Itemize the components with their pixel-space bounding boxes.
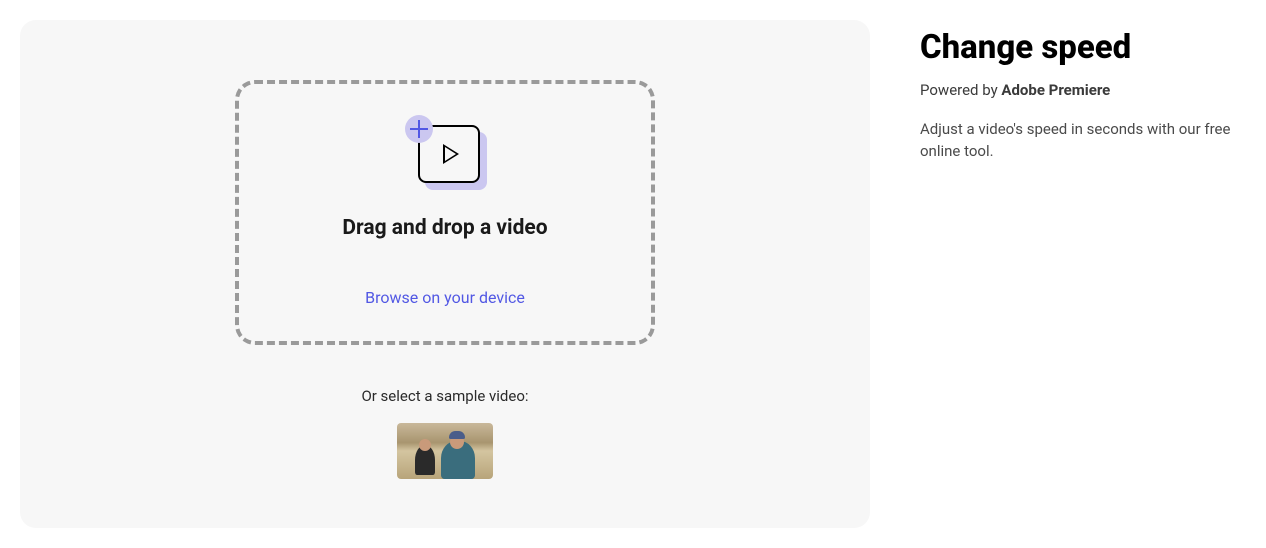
upload-video-icon <box>405 118 485 188</box>
info-panel: Change speed Powered by Adobe Premiere A… <box>920 20 1236 528</box>
plus-icon <box>405 115 433 143</box>
powered-by-brand: Adobe Premiere <box>1001 81 1110 99</box>
upload-panel: Drag and drop a video Browse on your dev… <box>20 20 870 528</box>
browse-device-link[interactable]: Browse on your device <box>365 288 525 307</box>
powered-by-prefix: Powered by <box>920 81 1001 99</box>
tool-description: Adjust a video's speed in seconds with o… <box>920 119 1236 163</box>
page-title: Change speed <box>920 28 1236 67</box>
powered-by-line: Powered by Adobe Premiere <box>920 81 1236 99</box>
sample-video-thumbnail[interactable] <box>397 423 493 479</box>
dropzone-title: Drag and drop a video <box>342 216 547 240</box>
sample-video-label: Or select a sample video: <box>361 387 528 405</box>
video-dropzone[interactable]: Drag and drop a video Browse on your dev… <box>235 80 655 345</box>
